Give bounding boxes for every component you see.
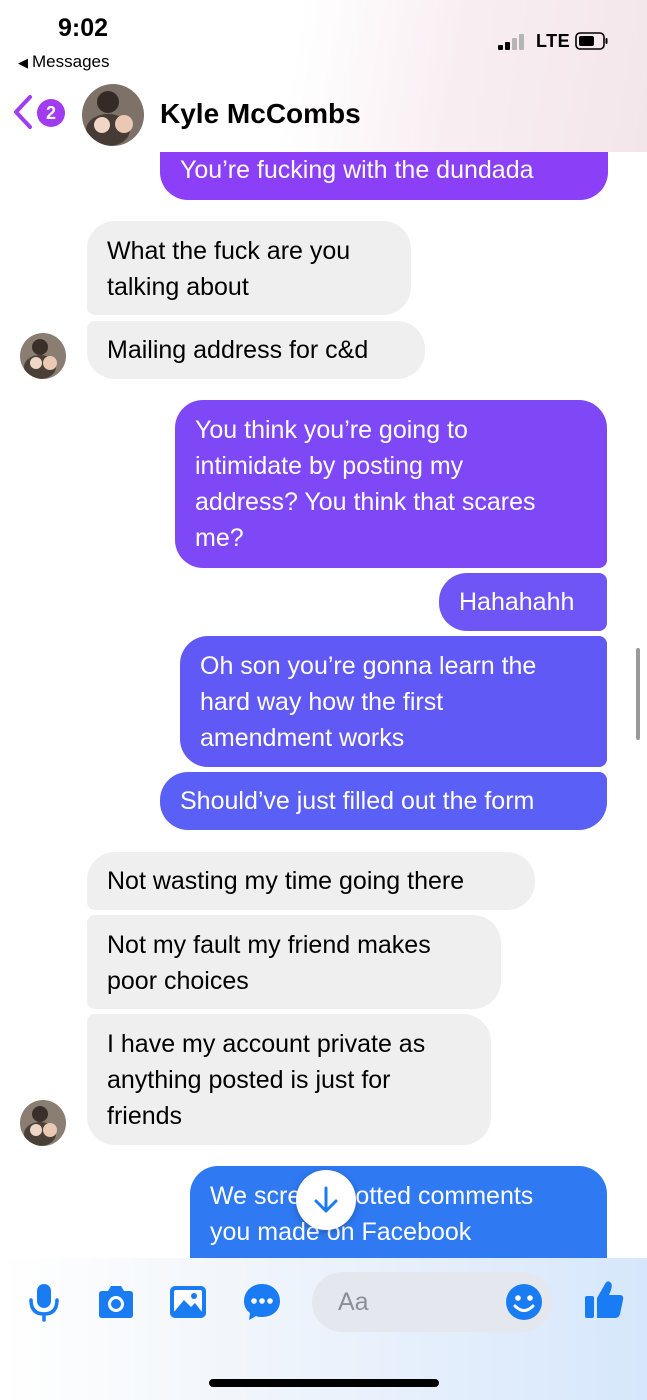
message-bubble-incoming[interactable]: Not wasting my time going there — [87, 852, 535, 910]
unread-count-badge[interactable]: 2 — [37, 99, 65, 127]
back-to-app-link[interactable]: ◀ Messages — [18, 52, 109, 72]
more-icon[interactable] — [242, 1282, 282, 1322]
message-bubble-outgoing[interactable]: Hahahahh — [439, 573, 607, 631]
message-bubble-incoming[interactable]: What the fuck are you talking about — [87, 221, 411, 315]
camera-icon[interactable] — [95, 1282, 137, 1322]
network-label: LTE — [536, 31, 571, 51]
signal-icon — [498, 34, 532, 50]
arrow-down-icon — [314, 1186, 338, 1213]
contact-name[interactable]: Kyle McCombs — [160, 98, 361, 130]
back-app-label: Messages — [32, 52, 110, 71]
message-bubble-outgoing[interactable]: Oh son you’re gonna learn the hard way h… — [180, 636, 607, 767]
contact-avatar[interactable] — [20, 1100, 66, 1146]
gallery-icon[interactable] — [168, 1282, 208, 1322]
message-bubble-incoming[interactable]: I have my account private as anything po… — [87, 1014, 491, 1145]
message-bubble-incoming[interactable]: Mailing address for c&d — [87, 321, 425, 379]
thumbs-up-icon[interactable] — [582, 1278, 626, 1322]
back-chevron-icon[interactable] — [12, 94, 34, 130]
contact-avatar[interactable] — [20, 333, 66, 379]
status-time: 9:02 — [58, 14, 109, 42]
conversation-header: 9:02 ◀ Messages LTE 2 Kyle McCombs — [0, 0, 647, 152]
message-bubble-outgoing[interactable]: We screenshotted comments you made on Fa… — [190, 1166, 607, 1260]
message-bubble-outgoing[interactable]: Should’ve just filled out the form — [160, 772, 607, 830]
message-bubble-incoming[interactable]: Not my fault my friend makes poor choice… — [87, 915, 501, 1009]
message-thread[interactable]: You’re fucking with the dundada What the… — [0, 0, 647, 1260]
home-indicator[interactable] — [209, 1379, 439, 1387]
scrollbar[interactable] — [636, 648, 640, 740]
contact-avatar[interactable] — [82, 84, 144, 146]
battery-icon — [575, 32, 608, 50]
avatar-photo-icon — [82, 84, 144, 146]
avatar-photo-icon — [20, 1100, 66, 1146]
status-bar: 9:02 ◀ Messages LTE — [0, 0, 647, 80]
avatar-photo-icon — [20, 333, 66, 379]
message-bubble-outgoing[interactable]: You think you’re going to intimidate by … — [175, 400, 607, 568]
emoji-icon[interactable] — [504, 1282, 544, 1322]
microphone-icon[interactable] — [24, 1282, 64, 1322]
scroll-to-bottom-button[interactable] — [296, 1170, 356, 1230]
back-triangle-icon: ◀ — [18, 55, 28, 70]
